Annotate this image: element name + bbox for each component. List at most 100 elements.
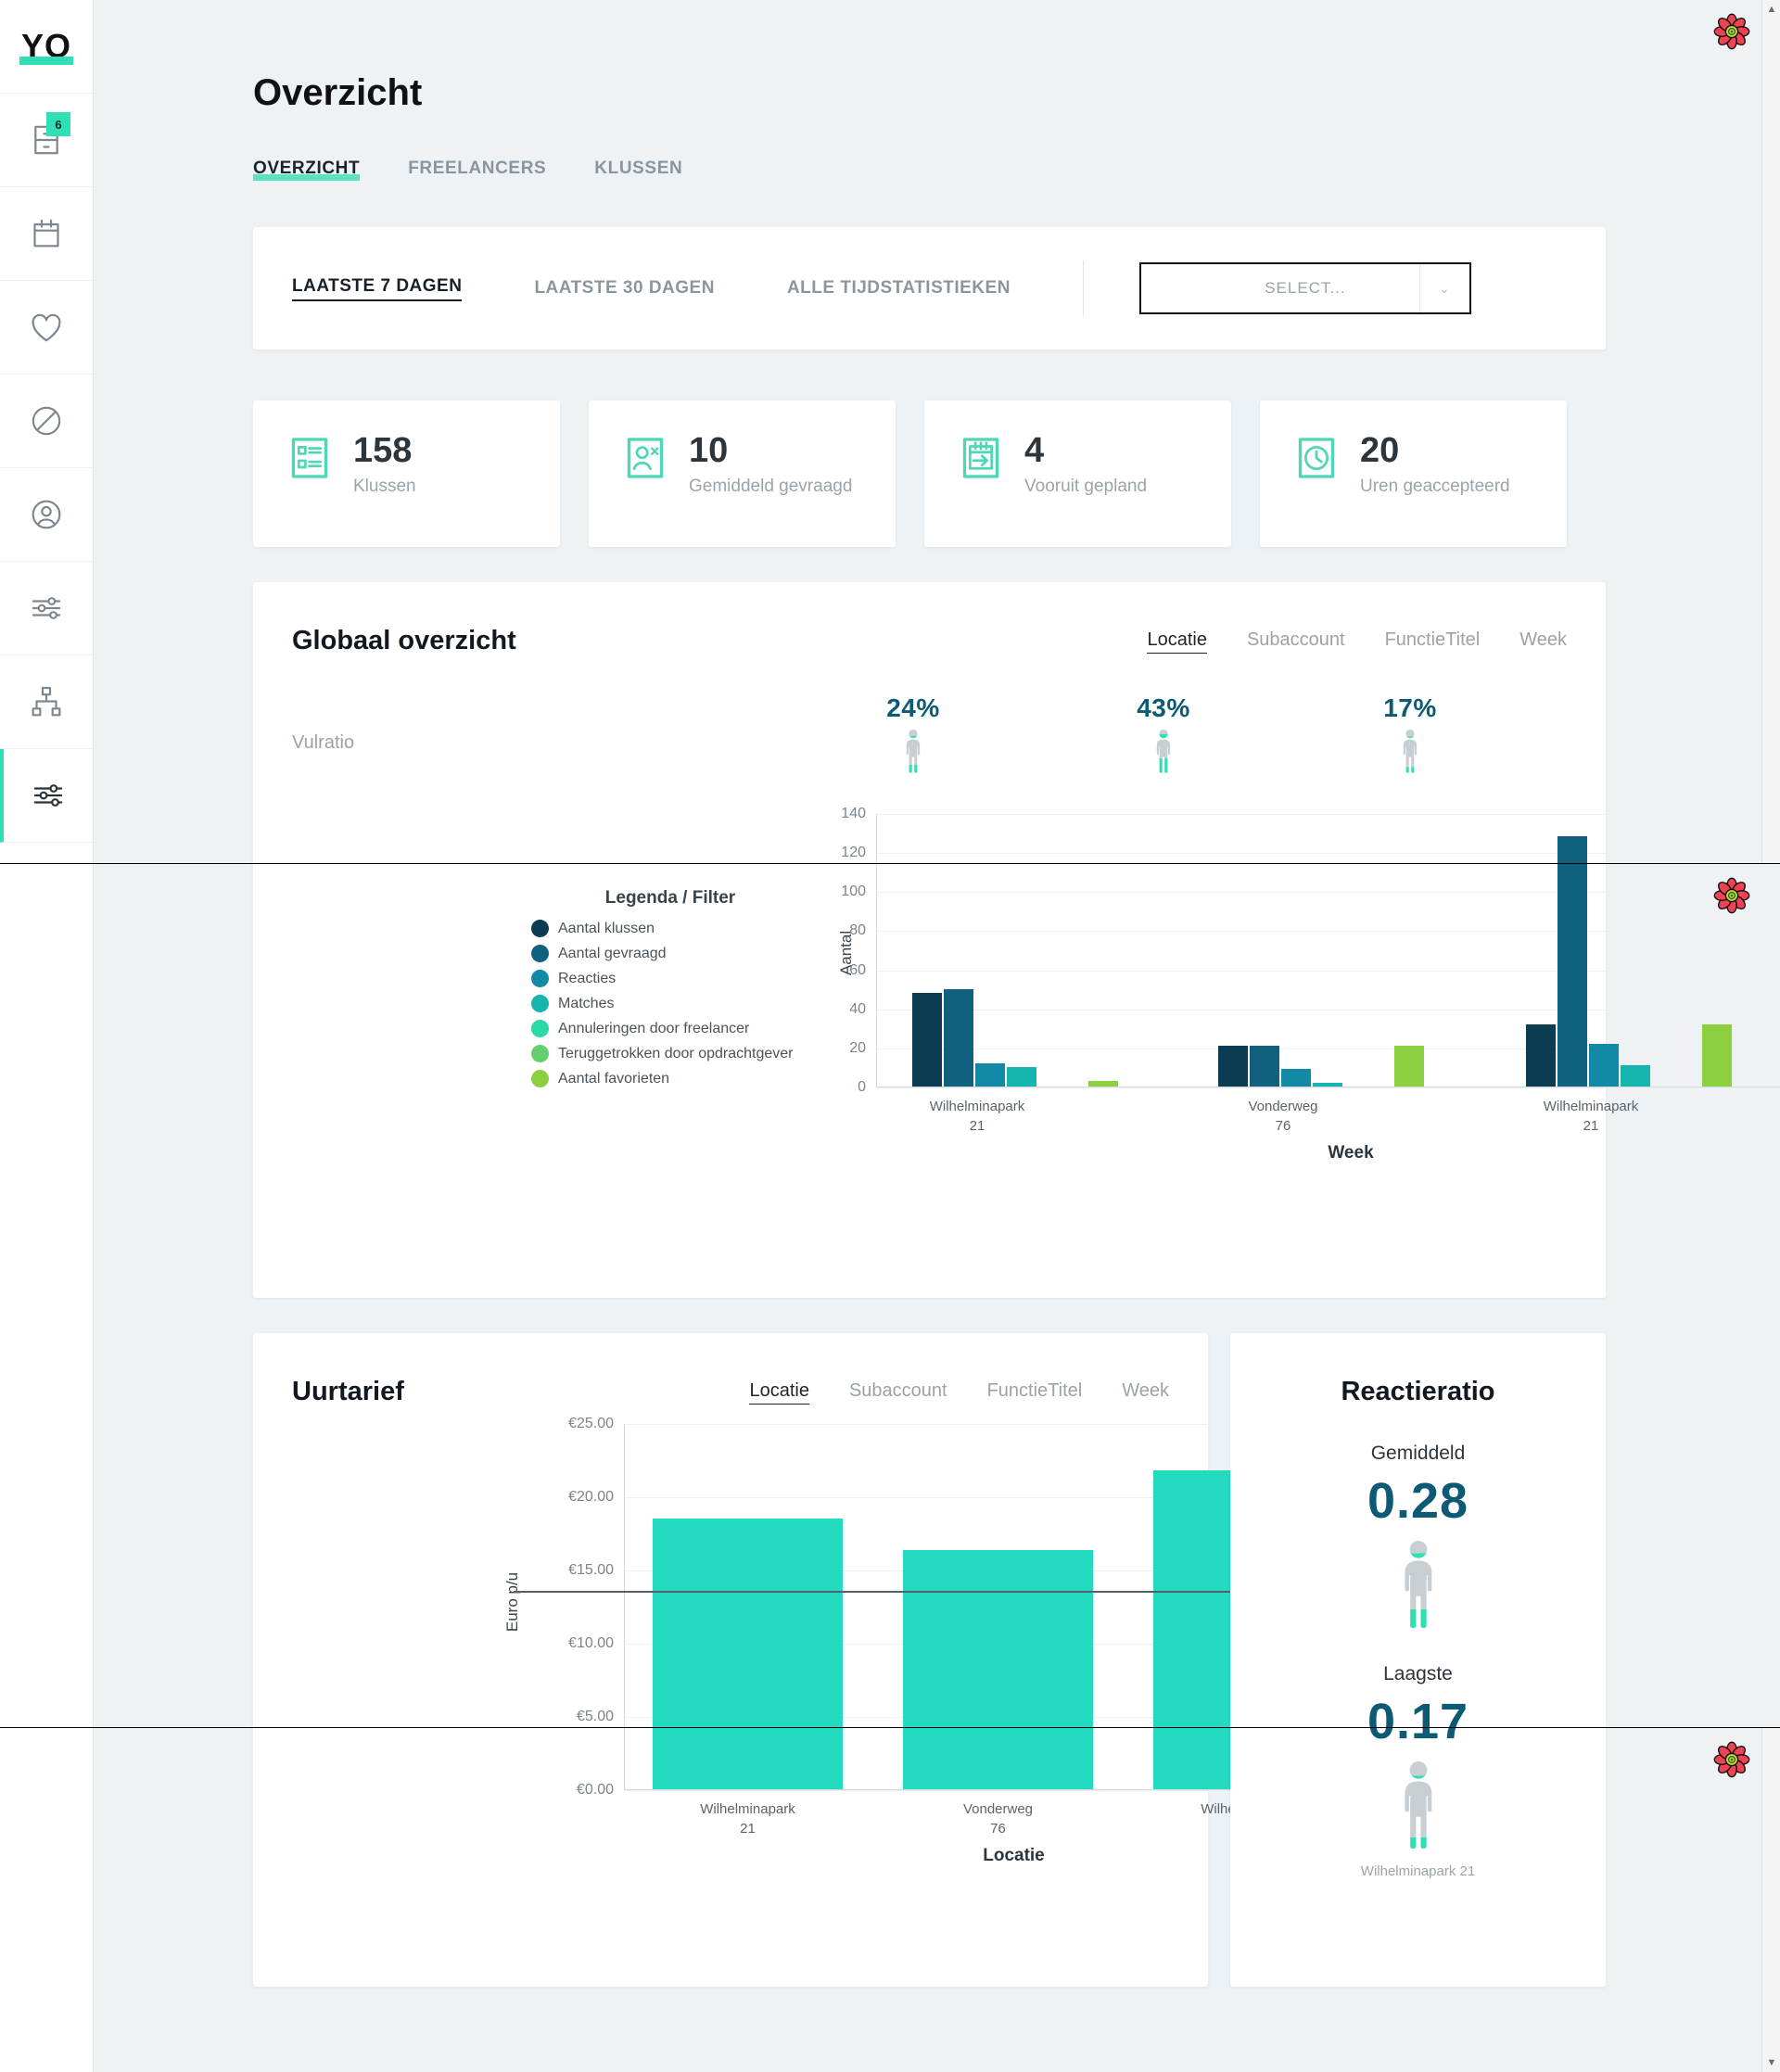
global-overview-panel: Globaal overzichtLocatieSubaccountFuncti… [253, 864, 1606, 1298]
sliders-icon [30, 777, 67, 814]
y-tick-label: €0.00 [577, 1782, 614, 1799]
legend-item-0[interactable]: Aantal klussen [531, 920, 809, 937]
browser-viewport-middle: YO6OverzichtOVERZICHTFREELANCERSKLUSSENL… [0, 864, 1780, 1728]
sidebar-item-settings[interactable] [0, 562, 93, 655]
tab-freelancers[interactable]: FREELANCERS [408, 159, 546, 181]
lowest-location: Wilhelminapark 21 [1230, 1863, 1606, 1879]
legend-item-5[interactable]: Teruggetrokken door opdrachtgever [531, 1045, 809, 1062]
plot-area: 020406080100120140Wilhelminapark21Vonder… [876, 814, 1780, 864]
legend-item-2[interactable]: Reacties [531, 970, 809, 987]
app-logo[interactable]: YO [0, 0, 93, 94]
bar-aantal-favorieten-2 [1702, 1024, 1732, 1087]
global-tab-functietitel[interactable]: FunctieTitel [1385, 629, 1481, 654]
scroll-down-arrow-icon[interactable]: ▼ [1762, 2053, 1780, 2072]
scrollbar[interactable]: ▲ [1761, 0, 1780, 863]
user-circle-icon [28, 496, 65, 533]
tab-klussen[interactable]: KLUSSEN [594, 159, 682, 181]
kpi-label: Vooruit gepland [1024, 475, 1147, 499]
filter-alle-tijdstatistieken[interactable]: ALLE TIJDSTATISTIEKEN [787, 278, 1011, 299]
vulratio-row: Vulratio24%43%17% [253, 693, 1606, 805]
gridline [877, 892, 1780, 893]
flower-icon[interactable] [1713, 13, 1750, 50]
browser-viewport-bottom: YO6OverzichtOVERZICHTFREELANCERSKLUSSENL… [0, 1728, 1780, 2072]
kpi-cards: 158Klussen10Gemiddeld gevraagd4Vooruit g… [253, 400, 1762, 547]
vulratio-item-1: 43% [1108, 693, 1219, 779]
uurtarief-tab-week[interactable]: Week [1122, 1380, 1169, 1405]
legend-item-1[interactable]: Aantal gevraagd [531, 945, 809, 962]
global-tab-week[interactable]: Week [1519, 629, 1567, 654]
flower-icon[interactable] [1713, 877, 1750, 914]
bar-matches-0 [1007, 1067, 1036, 1087]
sidebar-item-calendar[interactable] [0, 187, 93, 281]
sidebar-item-account[interactable] [0, 468, 93, 562]
legend-item-3[interactable]: Matches [531, 995, 809, 1012]
lowest-value: 0.17 [1230, 1728, 1606, 1750]
legend-item-6[interactable]: Aantal favorieten [531, 1070, 809, 1087]
global-tab-locatie[interactable]: Locatie [1147, 629, 1207, 654]
kpi-card-klussen: 158Klussen [253, 400, 560, 547]
uurtarief-panel: UurtariefLocatieSubaccountFunctieTitelWe… [253, 1333, 1208, 1728]
flower-icon[interactable] [1713, 1741, 1750, 1778]
lowest-label: Laagste [1230, 1663, 1606, 1685]
page-tabs: OVERZICHT FREELANCERS KLUSSEN [253, 159, 1762, 181]
legend-color-swatch [531, 995, 549, 1012]
y-tick-label: 0 [858, 1079, 866, 1096]
bar-matches-1 [1313, 1083, 1342, 1087]
legend-label: Aantal gevraagd [558, 946, 667, 962]
bar-aantal-favorieten-0 [1088, 1081, 1118, 1087]
vulratio-value: 24% [858, 693, 969, 723]
bottom-row: UurtariefLocatieSubaccountFunctieTitelWe… [253, 1728, 1762, 1987]
main-content: OverzichtOVERZICHTFREELANCERSKLUSSENLAAT… [94, 864, 1762, 1728]
uurtarief-tab-subaccount[interactable]: Subaccount [849, 1380, 947, 1405]
global-bar-chart: Legenda / FilterAantal klussenAantal gev… [253, 805, 1606, 864]
bottom-row: UurtariefLocatieSubaccountFunctieTitelWe… [253, 1333, 1762, 1728]
bar-aantal-gevraagd-1 [1250, 1046, 1279, 1087]
legend-label: Aantal favorieten [558, 1071, 669, 1087]
lowest-value: 0.17 [1230, 1693, 1606, 1728]
select-dropdown[interactable]: SELECT...⌄ [1139, 262, 1471, 314]
person-figure-icon [899, 729, 927, 779]
scrollbar[interactable]: ▼ [1761, 1728, 1780, 2072]
kpi-card-vooruit: 4Vooruit gepland [924, 400, 1231, 547]
sidebar-item-organisation[interactable] [0, 655, 93, 749]
global-overview-panel: Globaal overzicht Locatie Subaccount Functi… [253, 582, 1606, 864]
bar-aantal-gevraagd-2 [1558, 836, 1587, 864]
sidebar-item-statistics[interactable] [0, 749, 93, 843]
uurtarief-tab-functietitel[interactable]: FunctieTitel [987, 1380, 1083, 1405]
y-axis-title: Euro p/u [503, 1572, 522, 1632]
global-overview-header: Globaal overzicht Locatie Subaccount Functi… [253, 582, 1606, 656]
circle-slash-icon [28, 402, 65, 439]
legend-color-swatch [531, 1020, 549, 1037]
section-title: Globaal overzicht [292, 626, 516, 656]
person-figure-icon [1150, 729, 1177, 779]
legend-color-swatch [531, 1045, 549, 1062]
main-content: OverzichtOVERZICHTFREELANCERSKLUSSENLAAT… [94, 1728, 1762, 2072]
bar-reacties-2 [1589, 1044, 1619, 1087]
tab-overzicht[interactable]: OVERZICHT [253, 159, 360, 181]
list-checklist-icon [286, 432, 333, 484]
sidebar-item-archive[interactable]: 6 [0, 94, 93, 187]
sidebar-item-favorites[interactable] [0, 281, 93, 375]
x-category-label: Wilhelminapark21 [894, 1097, 1061, 1136]
global-tab-subaccount[interactable]: Subaccount [1247, 629, 1345, 654]
legend-label: Aantal klussen [558, 921, 655, 937]
kpi-label: Uren geaccepteerd [1360, 475, 1510, 499]
filter-laatste-7-dagen[interactable]: LAATSTE 7 DAGEN [292, 276, 462, 301]
average-value: 0.28 [1230, 1472, 1606, 1530]
kpi-label: Gemiddeld gevraagd [689, 475, 852, 499]
vulratio-value: 43% [1108, 693, 1219, 723]
scroll-up-arrow-icon[interactable]: ▲ [1762, 0, 1780, 19]
gridline [877, 814, 1780, 815]
gridline [877, 971, 1780, 972]
uurtarief-tab-locatie[interactable]: Locatie [749, 1380, 809, 1405]
reactieratio-panel: ReactieratioGemiddeld0.28Laagste0.17Wilh… [1230, 1333, 1606, 1728]
bar-matches-2 [1621, 1065, 1650, 1087]
reactieratio-panel: ReactieratioGemiddeld0.28Laagste0.17Wilh… [1230, 1728, 1606, 1987]
legend-item-4[interactable]: Annuleringen door freelancer [531, 1020, 809, 1037]
y-tick-label: €15.00 [568, 1562, 614, 1579]
sidebar-item-blocked[interactable] [0, 375, 93, 468]
uurtarief-bar-0 [653, 1519, 843, 1728]
kpi-value: 158 [353, 432, 416, 469]
filter-laatste-30-dagen[interactable]: LAATSTE 30 DAGEN [534, 278, 715, 299]
sidebar: YO6 [0, 1728, 94, 2072]
